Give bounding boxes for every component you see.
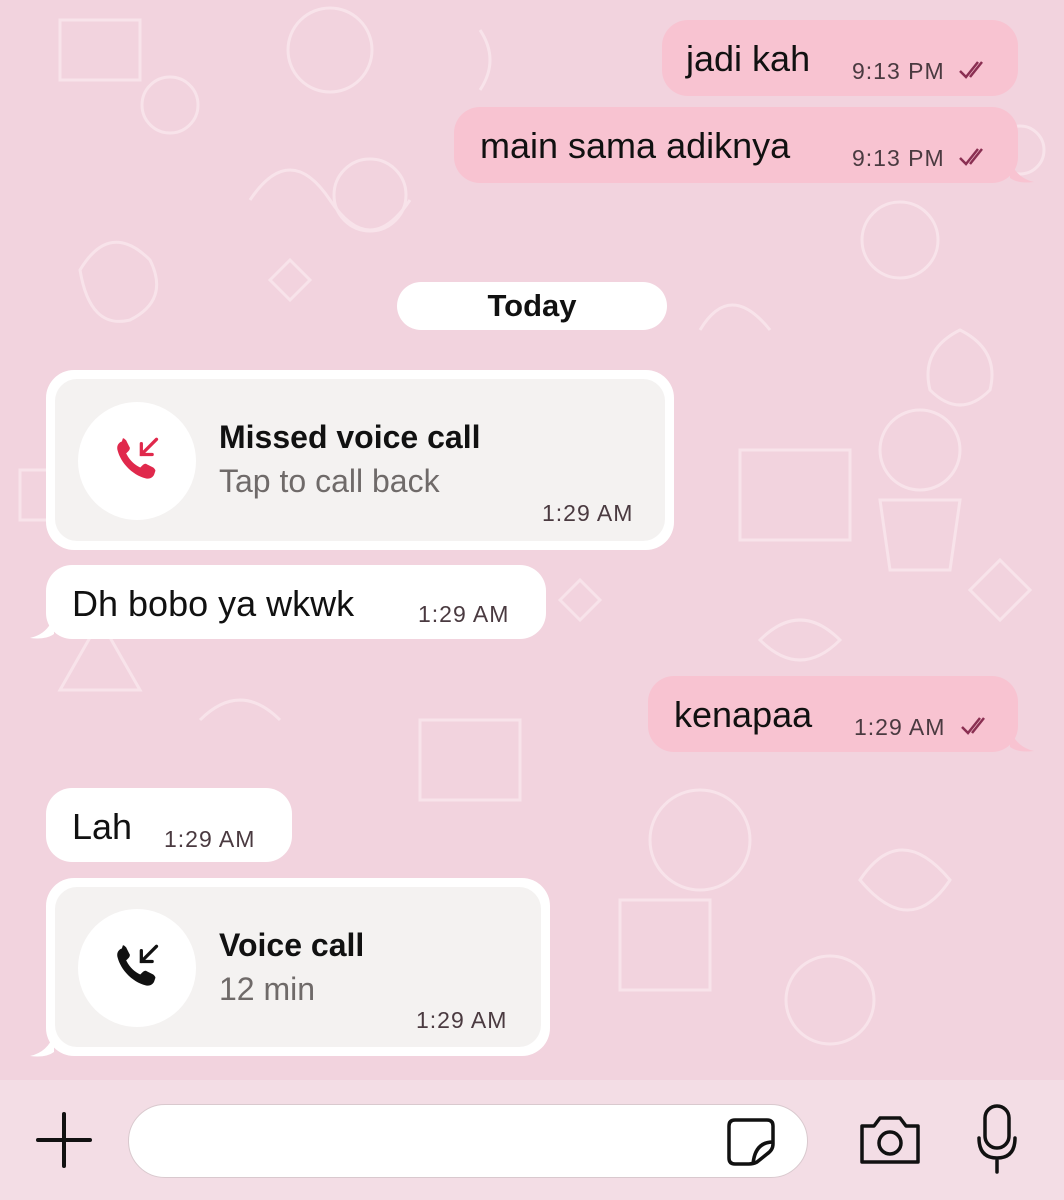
message-time: 1:29 AM [164, 826, 256, 852]
message-text: Lah [72, 806, 133, 847]
outgoing-message[interactable]: main sama adiknya 9:13 PM [454, 107, 1018, 183]
message-text: Dh bobo ya wkwk [72, 583, 355, 624]
message-time: 1:29 AM [854, 714, 946, 740]
voice-call-message[interactable]: Voice call 12 min 1:29 AM [46, 878, 550, 1056]
call-icon-badge [78, 402, 196, 520]
bubble-tail [1010, 729, 1034, 752]
call-subtitle: 12 min [219, 971, 316, 1007]
bubble-tail [30, 1034, 54, 1057]
call-title: Voice call [219, 927, 365, 963]
incoming-message[interactable]: Dh bobo ya wkwk 1:29 AM [46, 565, 546, 639]
bubble-tail [1010, 160, 1034, 183]
double-check-icon [961, 717, 985, 735]
outgoing-message[interactable]: kenapaa 1:29 AM [648, 676, 1018, 752]
message-input[interactable] [128, 1104, 808, 1178]
call-subtitle: Tap to call back [219, 463, 440, 499]
double-check-icon [959, 148, 983, 166]
message-time: 1:29 AM [542, 500, 634, 526]
message-text: kenapaa [674, 694, 813, 735]
incoming-message[interactable]: Lah 1:29 AM [46, 788, 292, 862]
call-card[interactable]: Voice call 12 min 1:29 AM [55, 887, 541, 1047]
bubble-tail [30, 616, 54, 639]
message-time: 9:13 PM [852, 145, 945, 171]
double-check-icon [959, 61, 983, 79]
plus-icon[interactable] [34, 1110, 94, 1170]
missed-call-message[interactable]: Missed voice call Tap to call back 1:29 … [46, 370, 674, 550]
call-icon-badge [78, 909, 196, 1027]
outgoing-message[interactable]: jadi kah 9:13 PM [662, 20, 1018, 96]
message-text: main sama adiknya [480, 125, 791, 166]
microphone-icon[interactable] [975, 1104, 1019, 1176]
message-time: 1:29 AM [418, 601, 510, 627]
date-separator: Today [397, 282, 667, 330]
chat-area[interactable]: jadi kah 9:13 PM main sama adiknya 9:13 … [0, 0, 1064, 1080]
sticker-icon[interactable] [725, 1116, 777, 1168]
composer-bar [0, 1080, 1064, 1200]
message-time: 1:29 AM [416, 1007, 508, 1033]
message-text: jadi kah [686, 38, 811, 79]
call-card[interactable]: Missed voice call Tap to call back 1:29 … [55, 379, 665, 541]
call-title: Missed voice call [219, 419, 481, 455]
camera-icon[interactable] [858, 1114, 922, 1166]
missed-call-icon [117, 437, 159, 479]
incoming-call-icon [117, 944, 159, 986]
message-time: 9:13 PM [852, 58, 945, 84]
